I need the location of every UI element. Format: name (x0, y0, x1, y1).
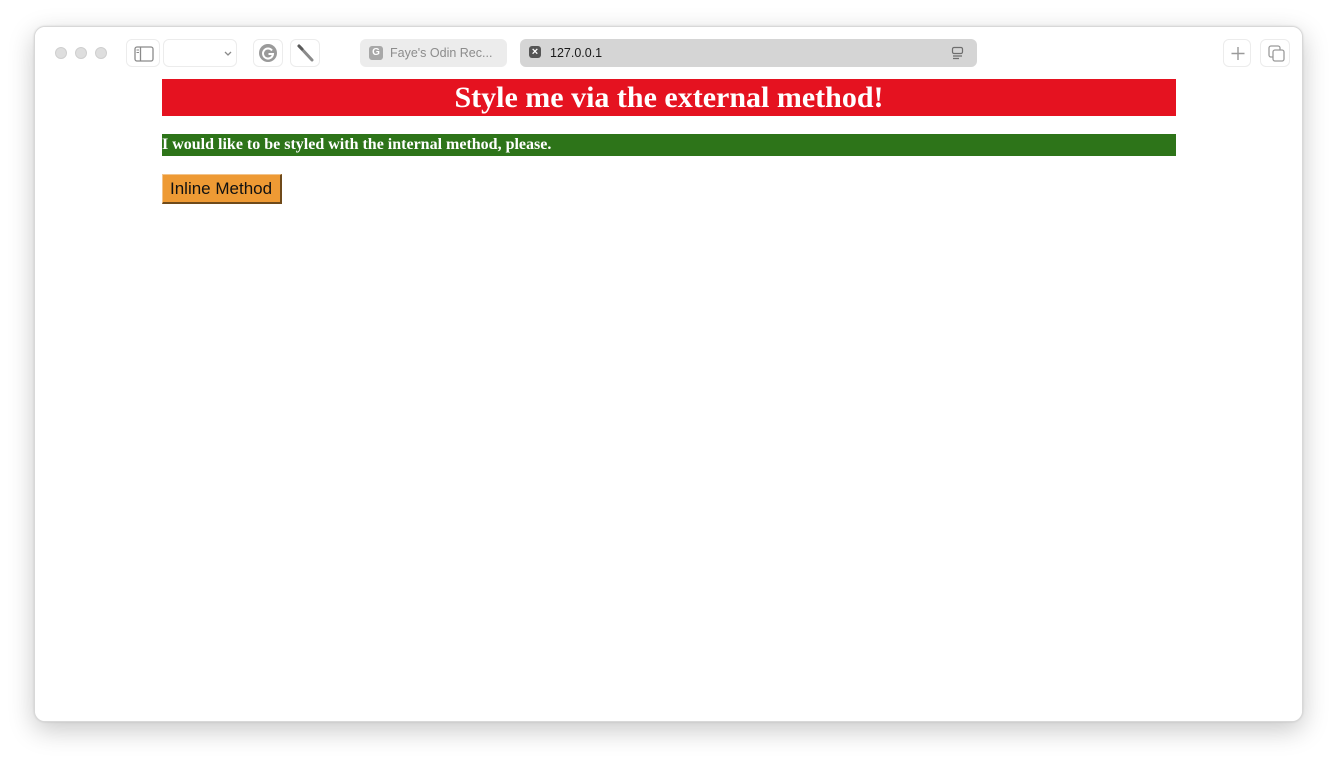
new-tab-button[interactable] (1223, 39, 1251, 67)
reader-icon[interactable] (950, 45, 966, 61)
internal-styled-paragraph: I would like to be styled with the inter… (162, 134, 1176, 156)
tab-overview-button[interactable] (1260, 39, 1290, 67)
tab-localhost[interactable]: × 127.0.0.1 (520, 39, 977, 67)
browser-toolbar: G Faye's Odin Rec... × 127.0.0.1 (35, 27, 1302, 79)
browser-window: G Faye's Odin Rec... × 127.0.0.1 Style m… (34, 26, 1303, 722)
sidebar-icon (134, 46, 154, 62)
close-window-button[interactable] (55, 47, 67, 59)
tab-faye-odin[interactable]: G Faye's Odin Rec... (360, 39, 507, 67)
tab-label: Faye's Odin Rec... (390, 46, 493, 60)
pen-icon (297, 44, 314, 62)
page-content: Style me via the external method! I woul… (35, 79, 1302, 721)
address-text[interactable]: 127.0.0.1 (550, 46, 602, 60)
tab-group-picker[interactable] (163, 39, 237, 67)
chevron-down-icon (224, 51, 232, 56)
google-favicon-icon: G (369, 46, 383, 60)
page-heading: Style me via the external method! (162, 79, 1176, 116)
plus-icon (1231, 47, 1245, 60)
zoom-window-button[interactable] (95, 47, 107, 59)
minimize-window-button[interactable] (75, 47, 87, 59)
grammarly-extension-button[interactable] (253, 39, 283, 67)
close-tab-icon[interactable]: × (529, 46, 541, 58)
inline-method-button[interactable]: Inline Method (162, 174, 283, 204)
grammarly-icon (259, 44, 277, 62)
pen-extension-button[interactable] (290, 39, 320, 67)
sidebar-toggle-button[interactable] (126, 39, 160, 67)
tab-overview-icon (1268, 45, 1285, 62)
